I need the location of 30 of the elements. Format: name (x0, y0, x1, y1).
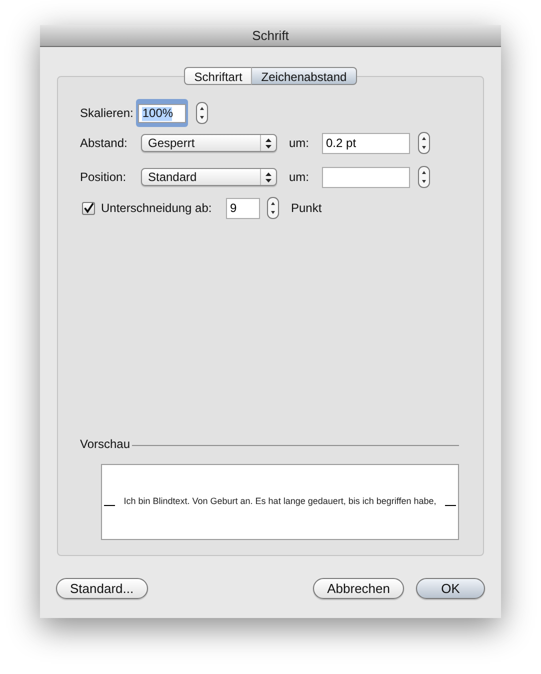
popup-button[interactable]: Gesperrt (141, 134, 277, 152)
unit-label: um: (289, 169, 310, 186)
margin-mark (444, 504, 456, 506)
field-label: Position: (80, 169, 128, 186)
section-label: Vorschau (80, 436, 130, 453)
stepper-icon[interactable] (267, 197, 279, 219)
amount-field[interactable] (322, 166, 410, 188)
unit-label: Punkt (291, 200, 322, 217)
popup-arrows-icon (265, 138, 272, 148)
stepper-icon[interactable] (418, 132, 430, 154)
stepper-icon[interactable] (418, 166, 430, 188)
scale-field[interactable]: 100% (138, 104, 186, 122)
unit-label: um: (289, 135, 310, 152)
tab[interactable]: Schriftart (184, 67, 252, 85)
field-label: Skalieren: (80, 105, 134, 122)
points-field[interactable]: 9 (226, 198, 260, 218)
dialog-button[interactable]: OK (416, 578, 485, 599)
stepper-icon[interactable] (196, 102, 208, 124)
tab[interactable]: Zeichenabstand (251, 67, 357, 85)
popup-arrows-icon (265, 172, 272, 182)
window-title: Schrift (252, 26, 289, 45)
checkbox-label: Unterschneidung ab: (101, 200, 213, 217)
margin-mark (104, 504, 115, 506)
field-label: Abstand: (80, 135, 128, 152)
amount-field[interactable]: 0.2 pt (322, 132, 410, 154)
dialog-button[interactable]: Abbrechen (313, 578, 404, 599)
popup-button[interactable]: Standard (141, 168, 277, 186)
dialog-button[interactable]: Standard... (56, 578, 148, 599)
checkbox[interactable] (82, 202, 95, 214)
preview-text: Ich bin Blindtext. Von Geburt an. Es hat lange gedauert, bis ich begriffen habe, (124, 495, 436, 508)
